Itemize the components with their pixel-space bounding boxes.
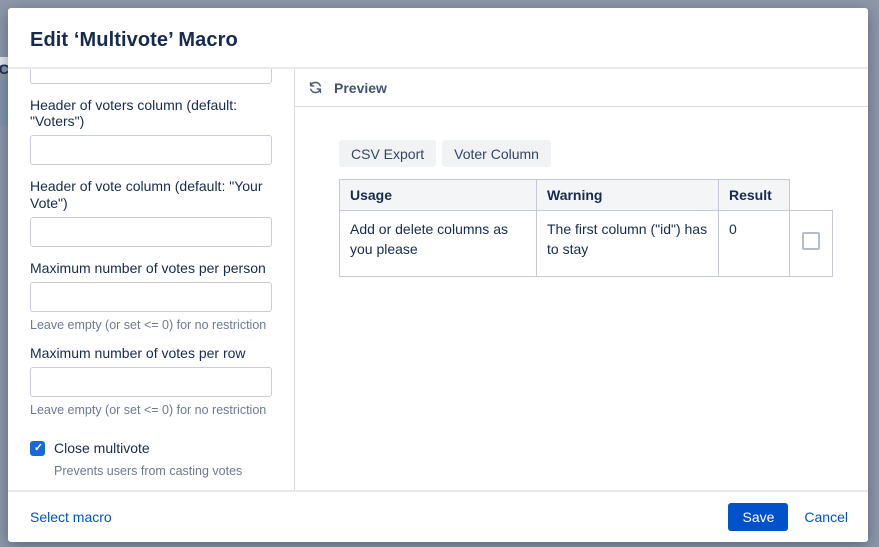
preview-panel: Preview CSV Export Voter Column Usage Wa…: [295, 69, 868, 490]
preview-content: CSV Export Voter Column Usage Warning Re…: [295, 107, 868, 277]
close-multivote-helper: Prevents users from casting votes: [54, 464, 272, 478]
warning-column-header: Warning: [537, 180, 719, 211]
max-votes-person-input[interactable]: [30, 282, 272, 312]
voter-column-button[interactable]: Voter Column: [442, 140, 551, 167]
vote-column-input[interactable]: [30, 217, 272, 247]
warning-cell: The first column ("id") has to stay: [537, 211, 719, 277]
scrolled-partial-input[interactable]: [30, 69, 272, 84]
vote-cell: [790, 211, 833, 277]
backdrop-panel: [0, 80, 8, 125]
max-votes-row-helper: Leave empty (or set <= 0) for no restric…: [30, 403, 272, 417]
close-multivote-label: Close multivote: [54, 440, 150, 456]
voters-column-input[interactable]: [30, 135, 272, 165]
preview-title: Preview: [334, 80, 387, 96]
macro-params-form: Header of voters column (default: "Voter…: [8, 69, 295, 490]
edit-multivote-macro-dialog: Edit ‘Multivote’ Macro Header of voters …: [8, 8, 868, 542]
refresh-icon[interactable]: [307, 79, 324, 96]
usage-cell: Add or delete columns as you please: [340, 211, 537, 277]
cancel-link[interactable]: Cancel: [804, 509, 848, 525]
preview-table: Usage Warning Result Add or delete colum…: [339, 179, 833, 277]
result-cell: 0: [719, 211, 790, 277]
dialog-title: Edit ‘Multivote’ Macro: [30, 29, 846, 52]
max-votes-row-input[interactable]: [30, 367, 272, 397]
vote-column-header-empty: [790, 180, 833, 211]
table-row: Add or delete columns as you please The …: [340, 211, 833, 277]
close-multivote-checkbox[interactable]: [30, 441, 45, 456]
usage-column-header: Usage: [340, 180, 537, 211]
csv-export-button[interactable]: CSV Export: [339, 140, 436, 167]
select-macro-link[interactable]: Select macro: [30, 509, 112, 525]
save-button[interactable]: Save: [728, 503, 788, 531]
result-column-header: Result: [719, 180, 790, 211]
dialog-header: Edit ‘Multivote’ Macro: [8, 8, 868, 69]
max-votes-person-helper: Leave empty (or set <= 0) for no restric…: [30, 318, 272, 332]
max-votes-row-label: Maximum number of votes per row: [30, 345, 272, 361]
backdrop-text-fragment: .C: [0, 61, 8, 79]
vote-checkbox[interactable]: [802, 232, 820, 250]
vote-column-label: Header of vote column (default: "Your Vo…: [30, 178, 272, 210]
table-header-row: Usage Warning Result: [340, 180, 833, 211]
preview-header: Preview: [295, 69, 868, 107]
dialog-footer: Select macro Save Cancel: [8, 490, 868, 542]
max-votes-person-label: Maximum number of votes per person: [30, 260, 272, 276]
voters-column-label: Header of voters column (default: "Voter…: [30, 97, 272, 129]
